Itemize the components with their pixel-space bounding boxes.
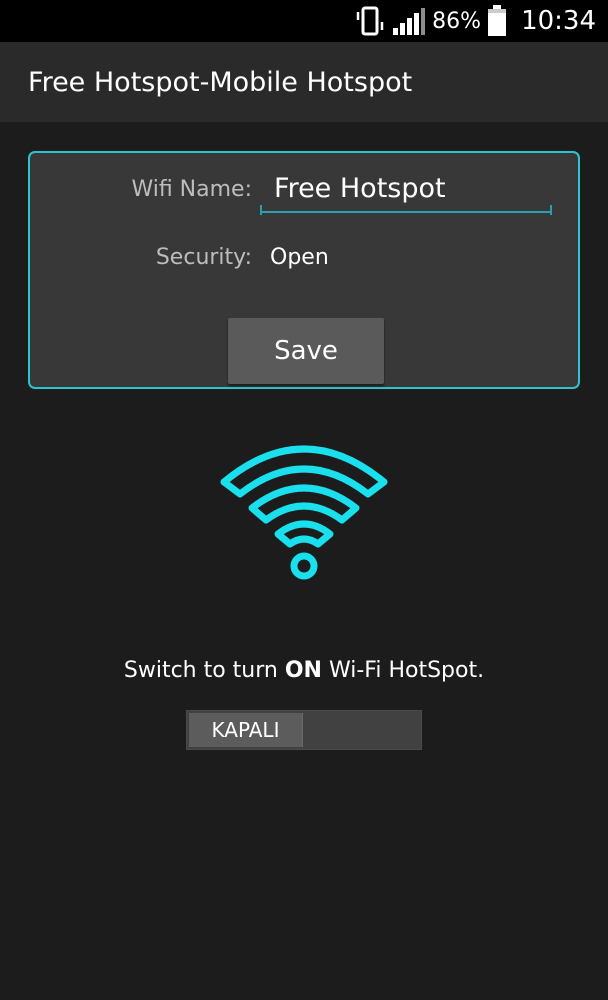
- instruction-prefix: Switch to turn: [123, 658, 285, 683]
- clock: 10:34: [521, 6, 596, 36]
- hotspot-toggle[interactable]: KAPALI: [186, 710, 422, 750]
- instruction-bold: ON: [284, 658, 322, 683]
- wifi-name-row: Wifi Name:: [30, 165, 578, 215]
- toggle-thumb[interactable]: KAPALI: [189, 713, 303, 747]
- battery-icon: [487, 5, 507, 37]
- instruction-suffix: Wi-Fi HotSpot.: [321, 658, 485, 683]
- vibrate-icon: [354, 6, 386, 36]
- hotspot-settings-card: Wifi Name: Security: Open Save: [28, 151, 580, 389]
- toggle-label: KAPALI: [211, 718, 280, 742]
- signal-icon: [392, 6, 426, 36]
- action-bar: Free Hotspot-Mobile Hotspot: [0, 42, 608, 122]
- wifi-icon[interactable]: [216, 436, 392, 584]
- wifi-name-input[interactable]: [260, 165, 552, 213]
- battery-percent: 86%: [432, 8, 482, 34]
- status-bar: 86% 10:34: [0, 0, 608, 42]
- wifi-name-label: Wifi Name:: [131, 176, 252, 202]
- security-label: Security:: [155, 244, 252, 270]
- app-title: Free Hotspot-Mobile Hotspot: [28, 66, 413, 98]
- security-value: Open: [270, 244, 329, 270]
- security-row: Security: Open: [30, 235, 578, 279]
- hotspot-instruction: Switch to turn ON Wi-Fi HotSpot.: [0, 658, 608, 683]
- save-button[interactable]: Save: [228, 318, 384, 384]
